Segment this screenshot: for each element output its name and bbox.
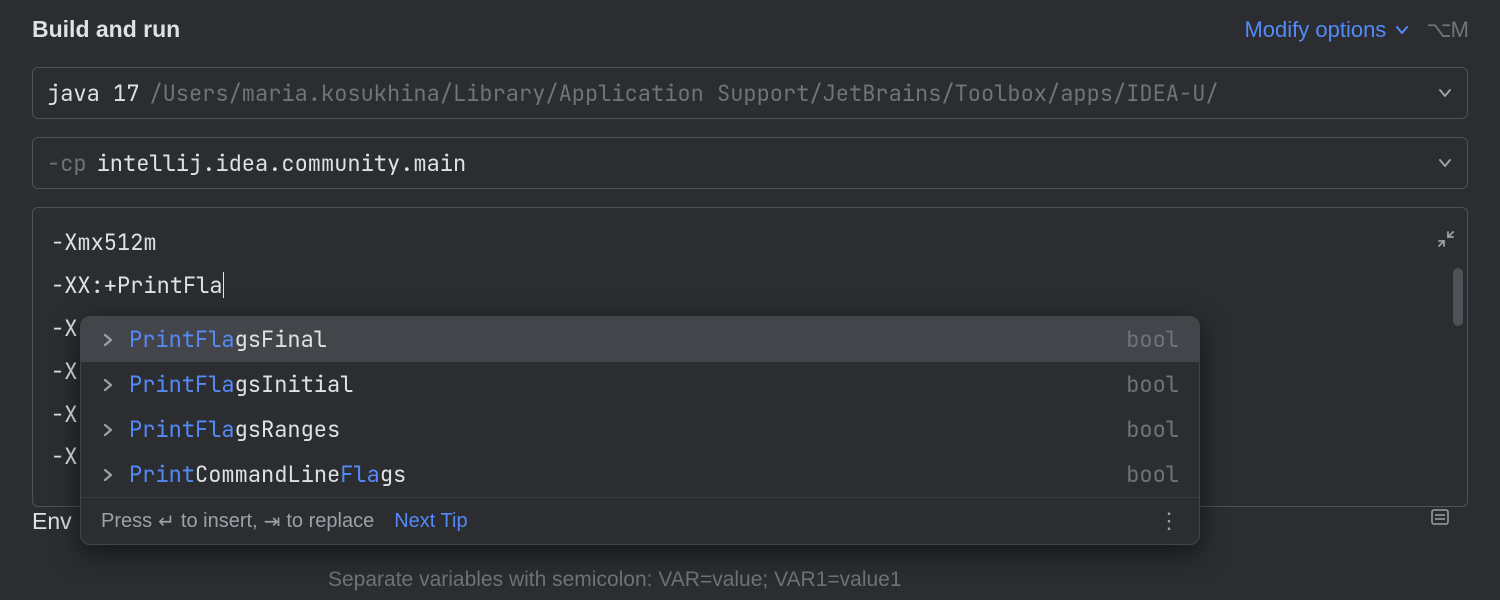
jdk-path-label: /Users/maria.kosukhina/Library/Applicati… xyxy=(149,79,1429,108)
env-vars-label: Env xyxy=(32,508,72,535)
autocomplete-label: PrintFlagsFinal xyxy=(129,325,1112,354)
scrollbar-thumb[interactable] xyxy=(1453,268,1463,326)
chevron-right-icon xyxy=(101,468,115,482)
autocomplete-label: PrintCommandLineFlags xyxy=(129,460,1112,489)
modify-options-link[interactable]: Modify options xyxy=(1244,17,1410,43)
chevron-down-icon xyxy=(1437,155,1453,171)
env-vars-hint: Separate variables with semicolon: VAR=v… xyxy=(328,568,902,592)
vm-option-line: -Xmx512m xyxy=(51,222,1449,265)
section-title: Build and run xyxy=(32,16,180,43)
autocomplete-type: bool xyxy=(1126,415,1179,444)
autocomplete-label: PrintFlagsRanges xyxy=(129,415,1112,444)
autocomplete-type: bool xyxy=(1126,460,1179,489)
footer-replace-label: to replace xyxy=(286,510,374,533)
chevron-right-icon xyxy=(101,333,115,347)
collapse-icon[interactable] xyxy=(1437,220,1455,263)
enter-key-icon: ↵ xyxy=(158,509,175,534)
list-expand-icon[interactable] xyxy=(1430,507,1450,532)
chevron-down-icon xyxy=(1394,22,1410,38)
kebab-menu-icon[interactable]: ⋮ xyxy=(1158,508,1179,534)
autocomplete-item[interactable]: PrintFlagsFinal bool xyxy=(81,317,1199,362)
autocomplete-item[interactable]: PrintCommandLineFlags bool xyxy=(81,452,1199,497)
classpath-selector[interactable]: -cp intellij.idea.community.main xyxy=(32,137,1468,189)
next-tip-link[interactable]: Next Tip xyxy=(394,510,467,533)
vm-option-line: -XX:+PrintFla xyxy=(51,265,1449,308)
chevron-down-icon xyxy=(1437,85,1453,101)
classpath-prefix: -cp xyxy=(47,149,87,178)
autocomplete-item[interactable]: PrintFlagsRanges bool xyxy=(81,407,1199,452)
autocomplete-item[interactable]: PrintFlagsInitial bool xyxy=(81,362,1199,407)
tab-key-icon: ⇥ xyxy=(264,509,281,534)
chevron-right-icon xyxy=(101,423,115,437)
autocomplete-type: bool xyxy=(1126,325,1179,354)
autocomplete-popup: PrintFlagsFinal bool PrintFlagsInitial bool… xyxy=(80,316,1200,545)
jdk-version-label: java 17 xyxy=(47,79,139,108)
classpath-value: intellij.idea.community.main xyxy=(97,149,1429,178)
autocomplete-label: PrintFlagsInitial xyxy=(129,370,1112,399)
chevron-right-icon xyxy=(101,378,115,392)
modify-options-label: Modify options xyxy=(1244,17,1386,43)
text-cursor xyxy=(223,272,225,298)
footer-insert-label: to insert, xyxy=(181,510,258,533)
autocomplete-footer: Press ↵ to insert, ⇥ to replace Next Tip… xyxy=(81,497,1199,544)
footer-press-label: Press xyxy=(101,510,152,533)
autocomplete-type: bool xyxy=(1126,370,1179,399)
shortcut-hint: ⌥M xyxy=(1426,17,1468,43)
jdk-selector[interactable]: java 17 /Users/maria.kosukhina/Library/A… xyxy=(32,67,1468,119)
